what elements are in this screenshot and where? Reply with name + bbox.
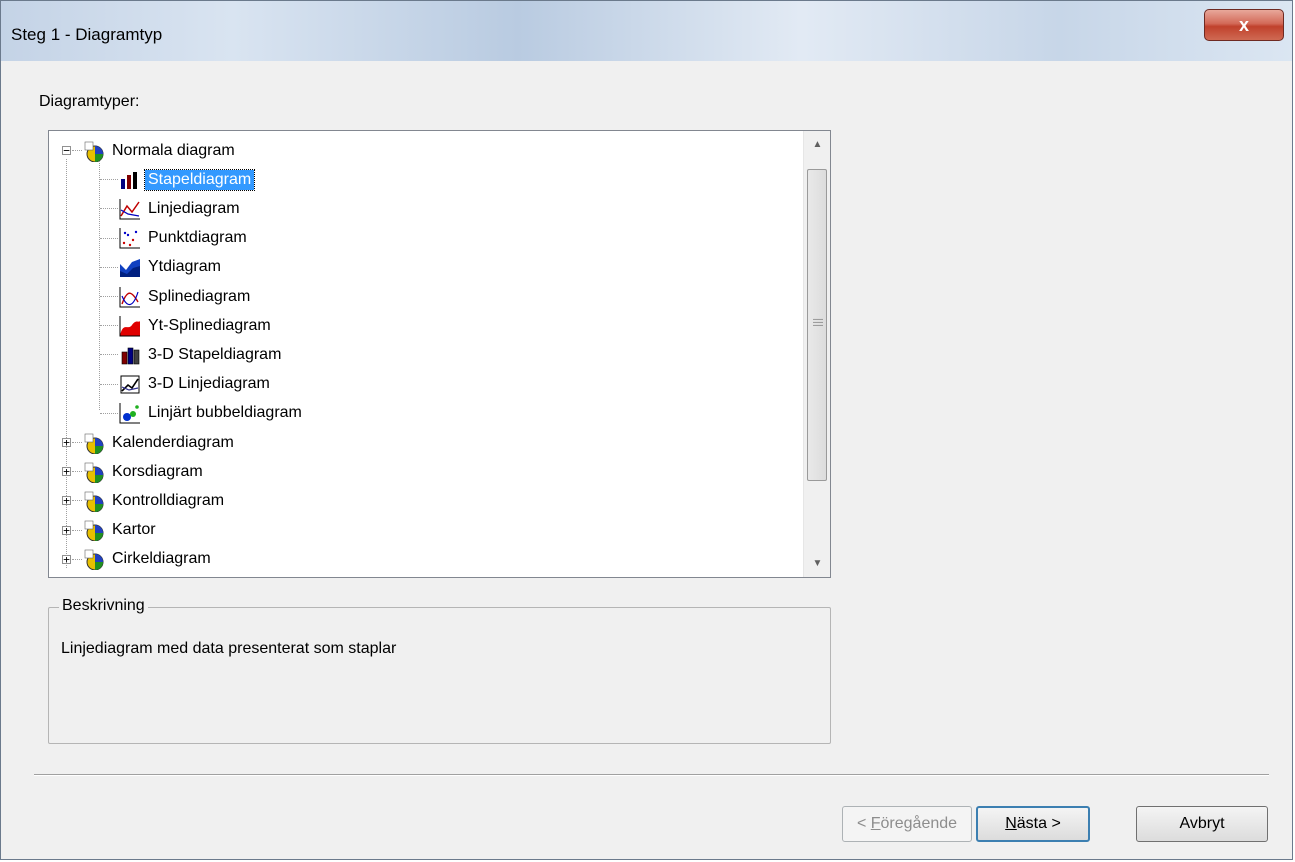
cancel-button[interactable]: Avbryt [1136,806,1268,842]
scroll-thumb[interactable]: — — — [807,169,827,481]
tree-guide-line [100,412,118,414]
tree-guide-line [100,266,118,268]
tree-item-3-d-stapeldiagram[interactable]: 3-D Stapeldiagram [119,341,284,368]
tree-item-label: 3-D Stapeldiagram [148,345,282,363]
tree-guide-line [100,237,118,239]
expand-icon[interactable]: + [62,554,71,565]
tree-item-label: Linjediagram [148,199,240,217]
bubble-chart-icon [119,403,140,424]
description-text: Linjediagram med data presenterat som st… [61,640,397,657]
scatter-chart-icon [119,228,140,249]
tree-group-kontrolldiagram[interactable]: Kontrolldiagram [83,487,227,514]
tree-guide-line [100,208,118,210]
tree-item-label: Kontrolldiagram [112,491,225,509]
3d-bar-chart-icon [121,347,140,365]
back-accel: F [870,815,881,832]
area-spline-chart-icon [119,315,140,337]
area-chart-icon [120,259,140,278]
tree-item-ytdiagram[interactable]: Ytdiagram [119,254,224,281]
tree-item-linjärt-bubbeldiagram[interactable]: Linjärt bubbeldiagram [119,400,305,427]
3d-line-chart-icon [120,375,140,394]
next-button[interactable]: Nästa > [976,806,1090,842]
tree-group-kartor[interactable]: Kartor [83,517,159,544]
tree-guide-line [100,325,118,327]
scroll-up-arrow[interactable]: ▲ [804,131,830,158]
wizard-window: Steg 1 - Diagramtyp x Diagramtyper: ▲ — —… [0,0,1293,860]
scroll-down-arrow[interactable]: ▼ [804,550,830,577]
tree-item-splinediagram[interactable]: Splinediagram [119,283,253,310]
title-bar[interactable]: Steg 1 - Diagramtyp x [1,1,1292,61]
description-title: Beskrivning [59,597,148,615]
window-title: Steg 1 - Diagramtyp [11,25,163,44]
back-rest: öregående [880,815,958,832]
description-groupbox: Beskrivning Linjediagram med data presen… [48,597,831,744]
tree-guide-line [100,179,118,181]
tree-item-stapeldiagram[interactable]: Stapeldiagram [119,166,256,193]
back-prefix: < [856,815,871,832]
close-button[interactable]: x [1204,9,1284,41]
tree-item-label: 3-D Linjediagram [148,375,270,393]
tree-guide-line [100,354,118,356]
group-icon [84,462,104,483]
tree-item-label: Ytdiagram [148,258,221,276]
tree-guide-line [100,383,118,385]
group-icon [84,491,104,512]
close-icon: x [1238,15,1249,35]
tree-guide-line [72,529,82,531]
tree-group-cirkeldiagram[interactable]: Cirkeldiagram [83,546,214,573]
tree-item-label: Punktdiagram [148,229,247,247]
tree-item-label: Linjärt bubbeldiagram [148,404,302,422]
tree-item-label: Kalenderdiagram [112,433,234,451]
tree-guide-line [72,471,82,473]
tree-item-yt-splinediagram[interactable]: Yt-Splinediagram [119,312,274,339]
tree-item-label: Stapeldiagram [143,168,256,191]
group-icon [84,433,104,454]
tree-scrollbar[interactable]: ▲ — — — ▼ [803,131,830,577]
tree-guide-line [100,296,118,297]
tree-item-label: Cirkeldiagram [112,550,211,568]
tree-item-punktdiagram[interactable]: Punktdiagram [119,225,250,252]
expand-icon[interactable]: + [62,466,71,477]
tree-item-3-d-linjediagram[interactable]: 3-D Linjediagram [119,371,273,398]
back-button[interactable]: < Föregående [842,806,972,842]
expand-icon[interactable]: + [62,495,71,506]
group-icon [84,549,104,571]
tree-guide-line [99,161,100,410]
group-icon [84,141,104,162]
next-accel: N [1005,815,1017,832]
tree-group-korsdiagram[interactable]: Korsdiagram [83,458,206,485]
tree-group-kalenderdiagram[interactable]: Kalenderdiagram [83,429,237,456]
tree-guide-line [72,500,82,502]
tree-item-label: Korsdiagram [112,462,203,480]
expand-icon[interactable]: + [62,525,71,536]
next-rest: ästa > [1016,815,1061,832]
expand-icon[interactable]: + [62,437,71,448]
bar-chart-icon [121,171,137,189]
collapse-icon[interactable]: − [62,145,71,156]
group-icon [84,520,104,542]
tree-item-label: Normala diagram [112,141,235,159]
tree-guide-line [72,558,82,560]
tree-label: Diagramtyper: [39,93,140,110]
tree-guide-line [72,150,82,151]
tree-guide-line [72,442,82,443]
chart-type-tree[interactable]: ▲ — — — ▼ Normala diagram − Stapeldiagram Lin… [48,130,831,578]
spline-chart-icon [119,286,140,307]
tree-item-label: Kartor [112,521,156,539]
line-chart-icon [119,198,140,220]
separator-line [34,774,1269,776]
tree-item-linjediagram[interactable]: Linjediagram [119,195,243,222]
tree-item-label: Splinediagram [148,287,251,305]
scroll-grip-icon: — — — [813,314,823,331]
tree-item-label: Yt-Splinediagram [148,316,271,334]
tree-group-normala-diagram[interactable]: Normala diagram [83,137,238,164]
